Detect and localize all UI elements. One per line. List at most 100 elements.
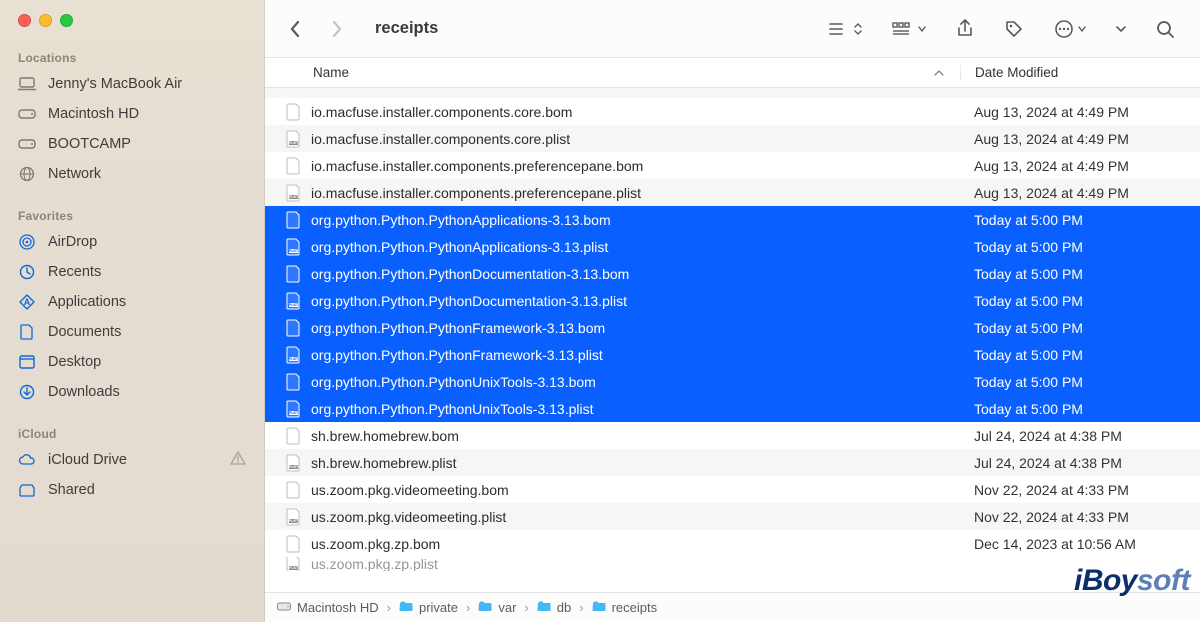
path-crumb[interactable]: var — [478, 600, 516, 615]
download-icon — [18, 383, 36, 401]
sidebar-section-icloud: iCloud — [0, 421, 264, 445]
column-date[interactable]: Date Modified — [960, 65, 1200, 80]
hdd-icon — [18, 105, 36, 123]
plist-file-icon: PLIST — [285, 507, 301, 527]
file-name: org.python.Python.PythonUnixTools-3.13.b… — [311, 374, 596, 390]
sidebar-item-network[interactable]: Network — [0, 159, 264, 189]
svg-text:PLIST: PLIST — [288, 303, 297, 307]
tags-button[interactable] — [1004, 19, 1024, 39]
sidebar-item-label: Desktop — [48, 354, 246, 370]
file-row[interactable]: PLISTorg.python.Python.PythonUnixTools-3… — [265, 395, 1200, 422]
disk-icon — [277, 600, 291, 615]
forward-button[interactable] — [327, 17, 347, 41]
file-name: org.python.Python.PythonApplications-3.1… — [311, 239, 608, 255]
sidebar-item-shared[interactable]: Shared — [0, 475, 264, 505]
dropdown-button[interactable] — [1116, 24, 1126, 34]
sidebar-item-macintosh-hd[interactable]: Macintosh HD — [0, 99, 264, 129]
file-row[interactable]: PLISTio.macfuse.installer.components.pre… — [265, 179, 1200, 206]
file-row[interactable]: PLISTorg.python.Python.PythonFramework-3… — [265, 341, 1200, 368]
file-row[interactable]: org.python.Python.PythonUnixTools-3.13.b… — [265, 368, 1200, 395]
toolbar: receipts — [265, 0, 1200, 58]
path-crumb[interactable]: Macintosh HD — [277, 600, 379, 615]
sidebar-item-label: Network — [48, 166, 246, 182]
search-button[interactable] — [1156, 20, 1174, 38]
path-separator-icon: › — [579, 600, 583, 615]
file-name: org.python.Python.PythonApplications-3.1… — [311, 212, 611, 228]
sidebar-item-airdrop[interactable]: AirDrop — [0, 227, 264, 257]
file-row[interactable]: sh.brew.homebrew.bomJul 24, 2024 at 4:38… — [265, 422, 1200, 449]
path-separator-icon: › — [524, 600, 528, 615]
view-list-button[interactable] — [828, 21, 862, 37]
sidebar-item-recents[interactable]: Recents — [0, 257, 264, 287]
clock-icon — [18, 263, 36, 281]
path-crumb[interactable]: db — [537, 600, 571, 615]
file-name: org.python.Python.PythonFramework-3.13.p… — [311, 347, 603, 363]
sidebar-item-documents[interactable]: Documents — [0, 317, 264, 347]
file-date: Today at 5:00 PM — [960, 347, 1200, 363]
file-name: sh.brew.homebrew.bom — [311, 428, 459, 444]
maximize-window-button[interactable] — [60, 14, 73, 27]
svg-text:PLIST: PLIST — [288, 566, 297, 570]
shared-icon — [18, 481, 36, 499]
folder-icon — [478, 600, 492, 615]
file-date: Today at 5:00 PM — [960, 320, 1200, 336]
sidebar-item-applications[interactable]: AApplications — [0, 287, 264, 317]
path-crumb[interactable]: private — [399, 600, 458, 615]
path-crumb-label: var — [498, 600, 516, 615]
file-date: Nov 22, 2024 at 4:33 PM — [960, 509, 1200, 525]
file-row[interactable]: us.zoom.pkg.zp.bomDec 14, 2023 at 10:56 … — [265, 530, 1200, 557]
file-row[interactable]: org.python.Python.PythonApplications-3.1… — [265, 206, 1200, 233]
doc-icon — [18, 323, 36, 341]
share-button[interactable] — [956, 19, 974, 39]
sidebar-item-downloads[interactable]: Downloads — [0, 377, 264, 407]
sidebar-item-jenny-s-macbook-air[interactable]: Jenny's MacBook Air — [0, 69, 264, 99]
file-row[interactable]: PLISTsh.brew.homebrew.plistJul 24, 2024 … — [265, 449, 1200, 476]
sidebar-item-desktop[interactable]: Desktop — [0, 347, 264, 377]
file-date: Today at 5:00 PM — [960, 293, 1200, 309]
file-row[interactable]: io.macfuse.installer.components.core.bom… — [265, 98, 1200, 125]
file-date: Aug 13, 2024 at 4:49 PM — [960, 131, 1200, 147]
plist-file-icon: PLIST — [285, 237, 301, 257]
file-name: sh.brew.homebrew.plist — [311, 455, 457, 471]
sidebar-item-icloud-drive[interactable]: iCloud Drive — [0, 445, 264, 475]
file-row[interactable]: org.python.Python.PythonFramework-3.13.b… — [265, 314, 1200, 341]
desktop-icon — [18, 353, 36, 371]
column-name[interactable]: Name — [265, 65, 960, 80]
file-row[interactable]: PLISTio.macfuse.installer.components.cor… — [265, 125, 1200, 152]
back-button[interactable] — [285, 17, 305, 41]
file-row[interactable]: PLISTorg.python.Python.PythonDocumentati… — [265, 287, 1200, 314]
laptop-icon — [18, 75, 36, 93]
close-window-button[interactable] — [18, 14, 31, 27]
path-separator-icon: › — [466, 600, 470, 615]
svg-text:PLIST: PLIST — [288, 411, 297, 415]
file-name: org.python.Python.PythonFramework-3.13.b… — [311, 320, 605, 336]
file-date: Aug 13, 2024 at 4:49 PM — [960, 104, 1200, 120]
sidebar-item-label: Jenny's MacBook Air — [48, 76, 246, 92]
file-name: io.macfuse.installer.components.core.bom — [311, 104, 572, 120]
file-row[interactable]: org.python.Python.PythonDocumentation-3.… — [265, 260, 1200, 287]
watermark-logo: iBoysoft — [1074, 564, 1190, 598]
bom-file-icon — [285, 372, 301, 392]
file-row[interactable]: us.zoom.pkg.videomeeting.bomNov 22, 2024… — [265, 476, 1200, 503]
path-crumb[interactable]: receipts — [592, 600, 658, 615]
sidebar-section-locations: Locations — [0, 45, 264, 69]
sidebar-item-label: Downloads — [48, 384, 246, 400]
plist-file-icon: PLIST — [285, 183, 301, 203]
sidebar-item-label: Recents — [48, 264, 246, 280]
sort-indicator-icon — [934, 65, 944, 80]
group-by-button[interactable] — [892, 21, 926, 37]
action-menu-button[interactable] — [1054, 19, 1086, 39]
sidebar-item-bootcamp[interactable]: BOOTCAMP — [0, 129, 264, 159]
file-date: Aug 13, 2024 at 4:49 PM — [960, 185, 1200, 201]
file-date: Today at 5:00 PM — [960, 401, 1200, 417]
file-list[interactable]: io.macfuse.installer.components.core.bom… — [265, 88, 1200, 592]
bom-file-icon — [285, 426, 301, 446]
path-separator-icon: › — [387, 600, 391, 615]
minimize-window-button[interactable] — [39, 14, 52, 27]
file-row[interactable]: PLISTus.zoom.pkg.videomeeting.plistNov 2… — [265, 503, 1200, 530]
file-row[interactable]: PLIST org.python.Python.PythonApplication… — [265, 233, 1200, 260]
bom-file-icon — [285, 210, 301, 230]
file-row[interactable]: io.macfuse.installer.components.preferen… — [265, 152, 1200, 179]
bom-file-icon — [285, 318, 301, 338]
bom-file-icon — [285, 156, 301, 176]
